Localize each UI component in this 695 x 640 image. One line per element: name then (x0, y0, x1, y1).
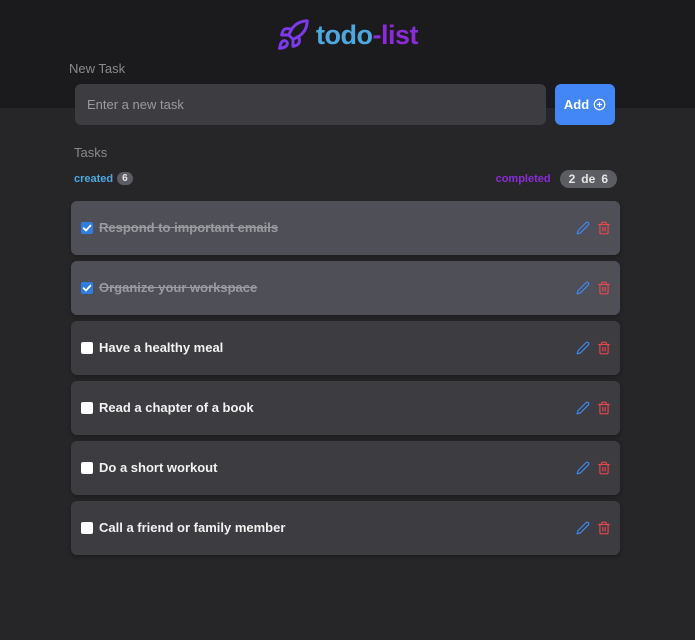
plus-circle-icon (589, 98, 606, 111)
completed-count-badge: 2 de 6 (559, 170, 617, 188)
pencil-icon[interactable] (576, 281, 590, 295)
task-item: Call a friend or family member (71, 501, 620, 555)
task-item: Have a healthy meal (71, 321, 620, 375)
completed-of-word: de (581, 172, 596, 186)
trash-icon[interactable] (597, 281, 611, 295)
app-logo: todo-list (276, 17, 418, 53)
app-title: todo-list (316, 17, 418, 53)
task-text: Call a friend or family member (99, 520, 286, 535)
add-task-button[interactable]: Add (555, 84, 615, 125)
trash-icon[interactable] (597, 401, 611, 415)
tasks-section-label: Tasks (74, 145, 108, 160)
task-item: Do a short workout (71, 441, 620, 495)
task-item: Read a chapter of a book (71, 381, 620, 435)
trash-icon[interactable] (597, 341, 611, 355)
completed-total-count: 6 (601, 172, 608, 186)
new-task-label: New Task (69, 61, 126, 76)
task-text: Organize your workspace (99, 280, 258, 295)
task-checkbox[interactable] (81, 402, 93, 414)
app-title-todo: todo (316, 20, 373, 50)
task-checkbox[interactable] (81, 522, 93, 534)
trash-icon[interactable] (597, 521, 611, 535)
task-text: Have a healthy meal (99, 340, 224, 355)
task-checkbox[interactable] (81, 342, 93, 354)
task-text: Do a short workout (99, 460, 218, 475)
task-text: Respond to important emails (99, 220, 279, 235)
pencil-icon[interactable] (576, 401, 590, 415)
add-button-label: Add (563, 97, 590, 112)
new-task-input[interactable] (75, 84, 546, 125)
task-item: Organize your workspace (71, 261, 620, 315)
trash-icon[interactable] (597, 221, 611, 235)
task-item: Respond to important emails (71, 201, 620, 255)
app-title-list: -list (372, 20, 418, 50)
task-checkbox[interactable] (81, 462, 93, 474)
trash-icon[interactable] (597, 461, 611, 475)
completed-done-count: 2 (568, 172, 576, 186)
pencil-icon[interactable] (576, 221, 590, 235)
task-list: Respond to important emails Organize you… (71, 201, 620, 561)
created-count-badge: 6 (117, 172, 133, 185)
checkmark-icon (82, 284, 92, 292)
task-text: Read a chapter of a book (99, 400, 254, 415)
task-checkbox[interactable] (81, 222, 93, 234)
completed-counter: completed 2 de 6 (496, 170, 617, 188)
completed-label: completed (495, 173, 551, 185)
rocket-icon (276, 18, 310, 52)
pencil-icon[interactable] (576, 461, 590, 475)
pencil-icon[interactable] (576, 341, 590, 355)
task-checkbox[interactable] (81, 282, 93, 294)
created-counter: created 6 (74, 172, 133, 185)
created-label: created (74, 172, 114, 185)
pencil-icon[interactable] (576, 521, 590, 535)
checkmark-icon (82, 224, 92, 232)
